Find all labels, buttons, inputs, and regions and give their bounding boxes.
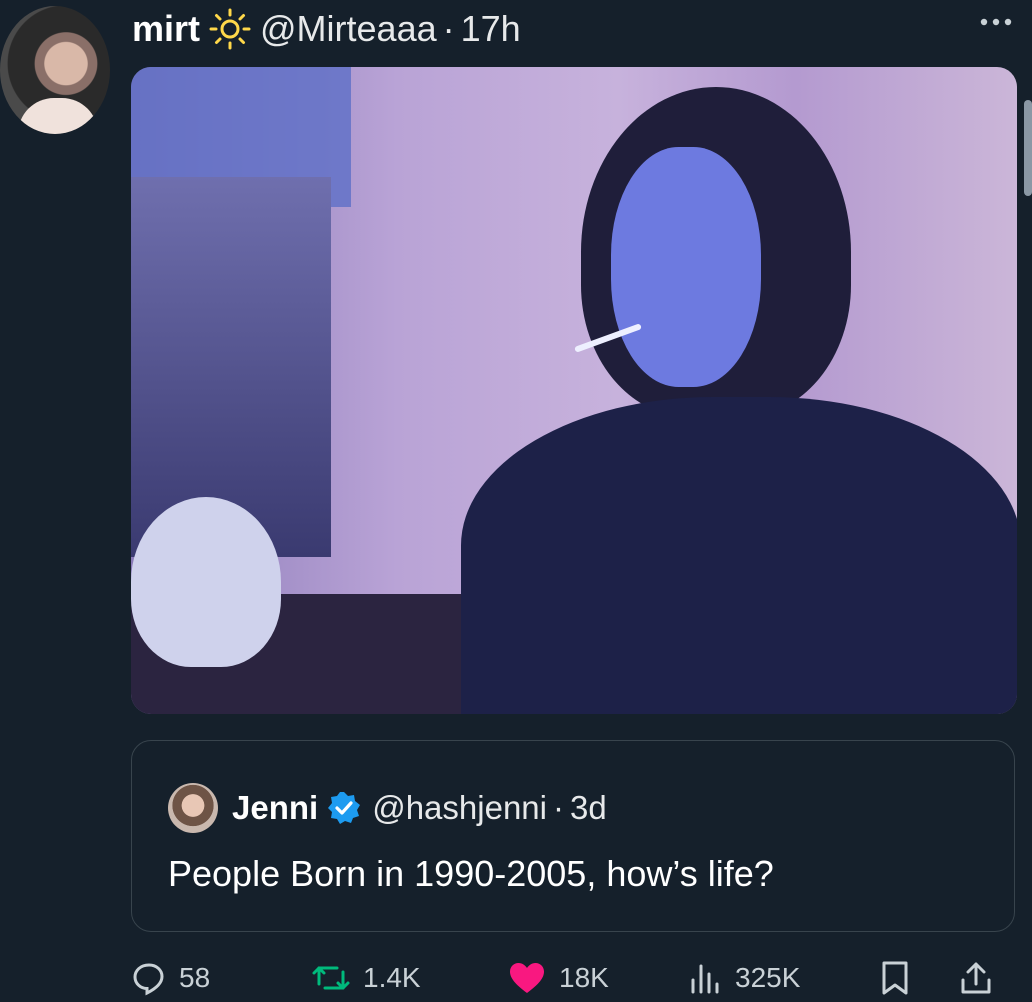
photo-person-face — [611, 147, 761, 387]
more-icon[interactable] — [976, 12, 1016, 32]
header-dot: · — [442, 8, 455, 49]
reply-icon — [133, 963, 164, 996]
views-icon — [691, 964, 719, 994]
quoted-tweet-text: People Born in 1990-2005, how’s life? — [168, 853, 774, 894]
tweet-photo[interactable] — [131, 67, 1017, 714]
avatar-shoulders — [18, 98, 98, 134]
author-name[interactable]: mirt — [132, 8, 200, 50]
like-count: 18K — [559, 962, 609, 993]
scrollbar-thumb[interactable] — [1024, 100, 1032, 196]
quoted-tweet[interactable]: Jenni @hashjenni · 3d People Born in 199… — [131, 740, 1015, 932]
bookmark-icon — [882, 961, 908, 995]
share-icon — [961, 962, 991, 994]
sun-icon — [209, 8, 251, 50]
reply-count: 58 — [179, 962, 211, 993]
photo-person-body — [461, 397, 1017, 714]
retweet-count: 1.4K — [363, 962, 421, 993]
action-bar: 58 1.4K 18K 325K — [131, 955, 1011, 1001]
quoted-tweet-time: 3d — [569, 789, 607, 826]
author-handle[interactable]: @Mirteaaa — [260, 8, 437, 50]
views-button[interactable]: 325K — [687, 955, 800, 1001]
avatar[interactable] — [0, 6, 110, 134]
photo-plush-toy — [131, 497, 281, 667]
heart-icon — [510, 963, 544, 993]
tweet: mirt @Mirteaaa · 17h Jenni @hashjenni · … — [0, 0, 1032, 1002]
quoted-author-name: Jenni — [232, 789, 319, 826]
photo-shelf — [131, 177, 331, 557]
verified-icon — [328, 792, 361, 824]
quoted-author-handle: @hashjenni — [372, 789, 547, 826]
quoted-tweet-header: Jenni @hashjenni · 3d — [168, 783, 607, 833]
share-button[interactable] — [959, 955, 1005, 1001]
retweet-icon — [312, 966, 350, 990]
reply-button[interactable]: 58 — [131, 955, 210, 1001]
bookmark-button[interactable] — [879, 955, 923, 1001]
retweet-button[interactable]: 1.4K — [311, 955, 421, 1001]
tweet-time[interactable]: 17h — [461, 8, 521, 50]
tweet-header: mirt @Mirteaaa · 17h — [132, 6, 521, 52]
views-count: 325K — [735, 962, 801, 993]
quoted-header-dot: · — [552, 789, 564, 826]
quoted-avatar — [168, 783, 218, 833]
like-button[interactable]: 18K — [507, 955, 609, 1001]
